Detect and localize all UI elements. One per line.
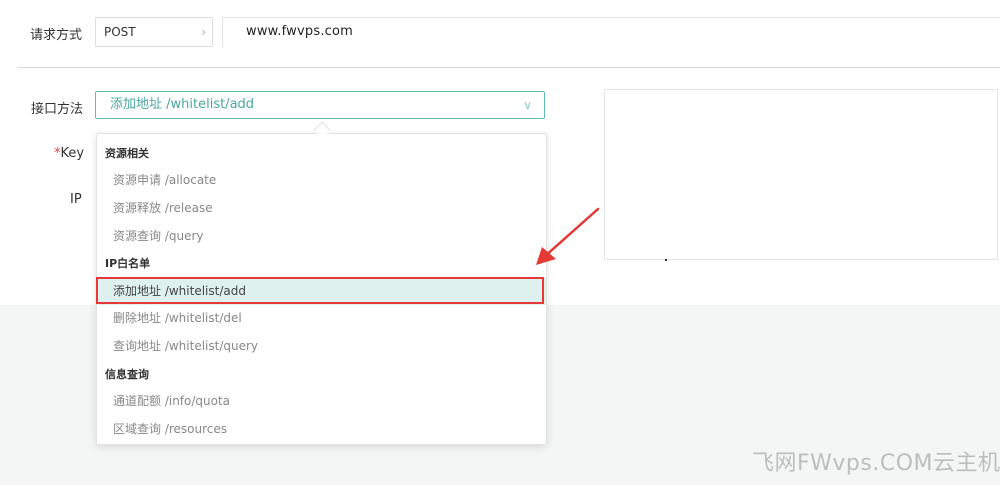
section-divider: [18, 67, 1000, 68]
highlight-frame: [96, 277, 544, 304]
api-selected-value: 添加地址 /whitelist/add: [110, 97, 255, 112]
stray-dot: [665, 259, 667, 261]
watermark-text: 飞网FWvps.COM云主机: [752, 451, 1000, 476]
option-whitelist-del[interactable]: 删除地址 /whitelist/del: [97, 304, 546, 332]
response-textarea[interactable]: [604, 89, 998, 260]
group-title-resource: 资源相关: [105, 147, 149, 160]
method-select[interactable]: POST ›: [95, 17, 213, 47]
option-query[interactable]: 资源查询 /query: [97, 222, 546, 250]
chevron-down-icon: ∨: [523, 98, 532, 112]
option-info-quota[interactable]: 通道配额 /info/quota: [97, 387, 546, 415]
chevron-right-icon: ›: [201, 25, 206, 39]
group-title-info: 信息查询: [105, 368, 149, 381]
api-label: 接口方法: [31, 102, 84, 117]
group-title-whitelist: IP白名单: [105, 257, 151, 270]
arrow-annotation-icon: [536, 207, 600, 265]
option-release[interactable]: 资源释放 /release: [97, 194, 546, 222]
option-whitelist-query[interactable]: 查询地址 /whitelist/query: [97, 332, 546, 360]
method-value: POST: [104, 25, 136, 39]
key-label-wrap: *Key: [54, 146, 84, 161]
api-select[interactable]: 添加地址 /whitelist/add ∨: [95, 91, 545, 119]
option-resources[interactable]: 区域查询 /resources: [97, 415, 546, 443]
url-text: www.fwvps.com: [246, 24, 354, 39]
key-label: Key: [60, 146, 85, 161]
option-allocate[interactable]: 资源申请 /allocate: [97, 166, 546, 194]
method-label: 请求方式: [30, 28, 83, 43]
ip-label: IP: [70, 192, 82, 207]
